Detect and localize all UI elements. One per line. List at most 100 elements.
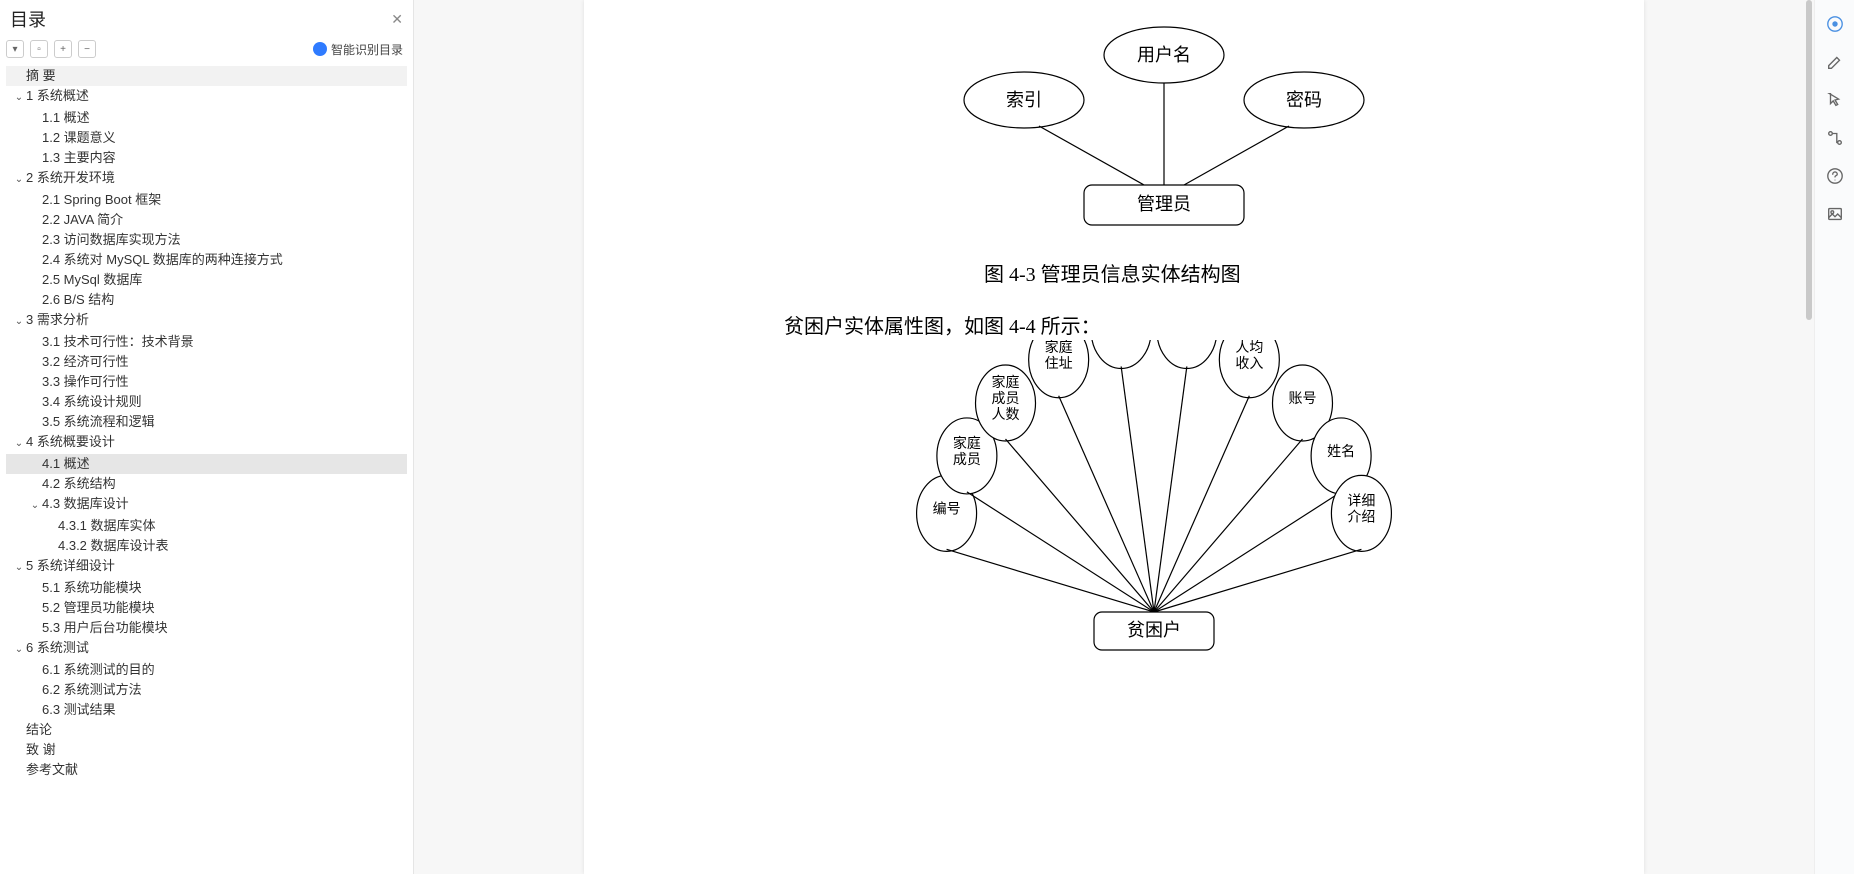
toc-item-label: 3.2 经济可行性 <box>42 354 129 369</box>
toc-item[interactable]: 4.1 概述 <box>6 454 407 474</box>
toc-item[interactable]: ⌄1 系统概述 <box>6 86 407 108</box>
toc-item-label: 4.1 概述 <box>42 456 90 471</box>
expand-level-button[interactable]: ▫ <box>30 40 48 58</box>
er-attr: 账号 <box>1288 391 1316 407</box>
smart-toc-button[interactable]: 智能识别目录 <box>313 41 403 58</box>
toc-item[interactable]: ⌄6 系统测试 <box>6 638 407 660</box>
toc-item-label: 2.2 JAVA 简介 <box>42 212 123 227</box>
right-toolbar <box>1814 0 1854 874</box>
toc-item-label: 1.3 主要内容 <box>42 150 116 165</box>
figure-caption: 图 4-3 管理员信息实体结构图 <box>984 258 1241 287</box>
toc-item-label: 致 谢 <box>26 742 56 757</box>
toc-item-label: 6.2 系统测试方法 <box>42 682 142 697</box>
er-attr: 状况 <box>1107 340 1135 342</box>
toc-item-label: 摘 要 <box>26 68 56 83</box>
figure-intro: 贫困户实体属性图，如图 4-4 所示： <box>784 310 1101 339</box>
er-attr: 人均 <box>1235 340 1263 356</box>
toc-item-label: 4.3 数据库设计 <box>42 496 129 511</box>
toc-sidebar: 目录 ✕ ▾ ▫ + − 智能识别目录 摘 要⌄1 系统概述1.1 概述1.2 … <box>0 0 414 874</box>
chevron-down-icon[interactable]: ⌄ <box>14 559 24 577</box>
toc-item-label: 2 系统开发环境 <box>26 170 115 185</box>
toc-item[interactable]: 1.3 主要内容 <box>6 148 407 168</box>
toc-item-label: 5.1 系统功能模块 <box>42 580 142 595</box>
remove-heading-button[interactable]: − <box>78 40 96 58</box>
toc-item[interactable]: 2.2 JAVA 简介 <box>6 210 407 230</box>
toc-item[interactable]: 6.1 系统测试的目的 <box>6 660 407 680</box>
toc-item[interactable]: ⌄2 系统开发环境 <box>6 168 407 190</box>
toc-item[interactable]: 6.3 测试结果 <box>6 700 407 720</box>
toc-item[interactable]: 6.2 系统测试方法 <box>6 680 407 700</box>
toc-item[interactable]: 3.1 技术可行性：技术背景 <box>6 332 407 352</box>
toc-item[interactable]: 结论 <box>6 720 407 740</box>
scrollbar-thumb[interactable] <box>1806 0 1812 320</box>
toc-item[interactable]: 3.2 经济可行性 <box>6 352 407 372</box>
edit-icon[interactable] <box>1825 52 1845 72</box>
figure-4-4: 编号家庭成员家庭成员人数家庭住址家庭状况封面人均收入账号姓名详细介绍 贫困户 <box>584 340 1644 680</box>
image-icon[interactable] <box>1825 204 1845 224</box>
toc-item-label: 4 系统概要设计 <box>26 434 115 449</box>
chevron-down-icon[interactable]: ⌄ <box>30 497 40 515</box>
add-heading-button[interactable]: + <box>54 40 72 58</box>
ai-assist-icon[interactable] <box>1825 14 1845 34</box>
toc-item-label: 5.2 管理员功能模块 <box>42 600 155 615</box>
toc-item-label: 6 系统测试 <box>26 640 89 655</box>
sidebar-title: 目录 <box>10 6 46 32</box>
toc-item-label: 结论 <box>26 722 52 737</box>
toc-item-label: 3 需求分析 <box>26 312 89 327</box>
toc-item[interactable]: 2.5 MySql 数据库 <box>6 270 407 290</box>
er-attr: 收入 <box>1235 356 1263 372</box>
ai-icon <box>313 42 327 56</box>
chevron-down-icon[interactable]: ⌄ <box>14 171 24 189</box>
toc-item[interactable]: 1.1 概述 <box>6 108 407 128</box>
toc-item-label: 2.5 MySql 数据库 <box>42 272 142 287</box>
toc-item-label: 1 系统概述 <box>26 88 89 103</box>
er-attr: 家庭 <box>953 435 981 452</box>
toc-item[interactable]: 4.2 系统结构 <box>6 474 407 494</box>
collapse-all-button[interactable]: ▾ <box>6 40 24 58</box>
er-attr: 密码 <box>1286 90 1322 110</box>
er-attr: 成员 <box>953 452 981 468</box>
toc-item-label: 6.3 测试结果 <box>42 702 116 717</box>
toc-item[interactable]: 5.3 用户后台功能模块 <box>6 618 407 638</box>
er-attr: 姓名 <box>1327 444 1355 460</box>
toc-item[interactable]: 4.3.1 数据库实体 <box>6 516 407 536</box>
toc-item[interactable]: 5.1 系统功能模块 <box>6 578 407 598</box>
toc-item[interactable]: ⌄4 系统概要设计 <box>6 432 407 454</box>
help-icon[interactable] <box>1825 166 1845 186</box>
toc-item[interactable]: ⌄3 需求分析 <box>6 310 407 332</box>
document-viewport: 索引 用户名 密码 管理员 图 4-3 管理员信息实体结构图 贫困户实体属性图，… <box>414 0 1814 874</box>
toc-item[interactable]: 4.3.2 数据库设计表 <box>6 536 407 556</box>
toc-item-label: 3.1 技术可行性：技术背景 <box>42 334 194 349</box>
toc-item-label: 4.3.2 数据库设计表 <box>58 538 169 553</box>
close-icon[interactable]: ✕ <box>391 11 403 28</box>
toc-item-label: 2.1 Spring Boot 框架 <box>42 192 161 207</box>
toc-item[interactable]: 5.2 管理员功能模块 <box>6 598 407 618</box>
toc-item[interactable]: 1.2 课题意义 <box>6 128 407 148</box>
toc-item[interactable]: 2.6 B/S 结构 <box>6 290 407 310</box>
toc-item[interactable]: ⌄5 系统详细设计 <box>6 556 407 578</box>
er-attr: 介绍 <box>1347 509 1375 525</box>
toc-item-label: 1.2 课题意义 <box>42 130 116 145</box>
toc-item[interactable]: ⌄4.3 数据库设计 <box>6 494 407 516</box>
er-attr: 人数 <box>992 407 1020 423</box>
chevron-down-icon[interactable]: ⌄ <box>14 313 24 331</box>
er-attr: 详细 <box>1347 493 1375 509</box>
toc-item[interactable]: 致 谢 <box>6 740 407 760</box>
toc-item[interactable]: 摘 要 <box>6 66 407 86</box>
flow-icon[interactable] <box>1825 128 1845 148</box>
toc-item[interactable]: 3.5 系统流程和逻辑 <box>6 412 407 432</box>
chevron-down-icon[interactable]: ⌄ <box>14 641 24 659</box>
chevron-down-icon[interactable]: ⌄ <box>14 89 24 107</box>
toc-item-label: 4.2 系统结构 <box>42 476 116 491</box>
toc-item-label: 5 系统详细设计 <box>26 558 115 573</box>
figure-4-3: 索引 用户名 密码 管理员 <box>584 0 1644 250</box>
chevron-down-icon[interactable]: ⌄ <box>14 435 24 453</box>
toc-item[interactable]: 3.4 系统设计规则 <box>6 392 407 412</box>
toc-item[interactable]: 2.1 Spring Boot 框架 <box>6 190 407 210</box>
toc-item[interactable]: 参考文献 <box>6 760 407 780</box>
toc-item[interactable]: 3.3 操作可行性 <box>6 372 407 392</box>
toc-item[interactable]: 2.4 系统对 MySQL 数据库的两种连接方式 <box>6 250 407 270</box>
er-attr: 住址 <box>1045 356 1073 372</box>
toc-item[interactable]: 2.3 访问数据库实现方法 <box>6 230 407 250</box>
select-icon[interactable] <box>1825 90 1845 110</box>
